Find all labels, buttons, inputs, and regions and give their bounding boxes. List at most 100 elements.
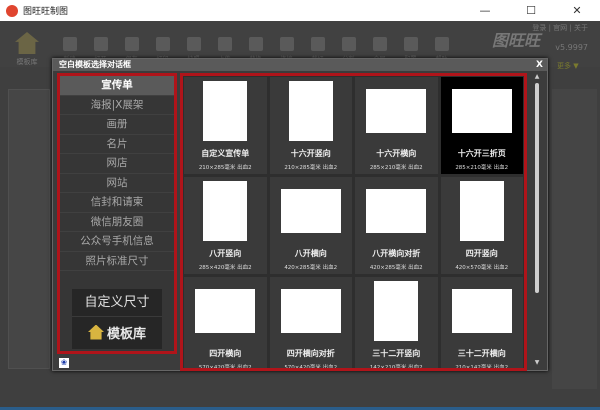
template-size: 570×420毫米 出血2 xyxy=(198,365,252,371)
template-card[interactable]: 十六开三折页 285×210毫米 出血2 xyxy=(440,77,523,174)
title-bar: 图旺旺制图 — ☐ ✕ xyxy=(0,0,600,21)
paw-icon[interactable]: ❀ xyxy=(59,358,69,368)
template-size: 142×210毫米 出血2 xyxy=(369,365,423,371)
home-icon xyxy=(15,32,39,54)
category-item[interactable]: 照片标准尺寸 xyxy=(60,252,174,271)
template-thumbnail xyxy=(366,89,427,133)
top-links[interactable]: 登录 | 官网 | 关于 xyxy=(532,23,588,33)
template-name: 三十二开横向 xyxy=(457,349,506,358)
properties-panel xyxy=(552,89,597,389)
template-grid: 自定义宣传单 210×285毫米 出血2 十六开竖向 210×285毫米 出血2 十六开… xyxy=(180,73,527,371)
template-library-button[interactable]: 模板库 xyxy=(72,317,162,347)
template-library-tool[interactable]: 模板库 xyxy=(8,32,46,67)
tool-icon xyxy=(217,37,232,51)
window-title: 图旺旺制图 xyxy=(23,7,69,17)
maximize-button[interactable]: ☐ xyxy=(508,0,554,21)
template-card[interactable]: 八开横向对折 420×285毫米 出血2 xyxy=(355,177,438,274)
dialog-close-button[interactable]: X xyxy=(536,59,543,71)
house-icon xyxy=(87,324,104,340)
template-card[interactable]: 十六开竖向 210×285毫米 出血2 xyxy=(269,77,352,174)
tool-icon xyxy=(155,37,170,51)
template-thumbnail xyxy=(203,81,248,141)
tool-icon xyxy=(279,37,294,51)
blank-template-dialog: 空白模板选择对话框 X 宣传单 海报|X展架 画册 名片 网店 网站 信封和请柬 微信朋友圈公… xyxy=(52,58,548,371)
template-name: 四开横向 xyxy=(209,349,242,358)
template-size: 285×210毫米 出血2 xyxy=(369,165,423,171)
template-card[interactable]: 八开竖向 285×420毫米 出血2 xyxy=(184,177,267,274)
template-card[interactable]: 三十二开横向 210×142毫米 出血2 xyxy=(440,277,523,371)
template-name: 十六开竖向 xyxy=(290,149,331,158)
template-size: 420×285毫米 出血2 xyxy=(369,265,423,271)
app-icon xyxy=(6,4,18,17)
tool-icon xyxy=(341,37,356,51)
template-size: 285×210毫米 出血2 xyxy=(455,165,509,171)
template-library-label: 模板库 xyxy=(106,326,146,342)
template-name: 三十二开竖向 xyxy=(372,349,421,358)
template-name: 八开竖向 xyxy=(209,249,242,258)
template-size: 420×285毫米 出血2 xyxy=(284,265,338,271)
template-card[interactable]: 八开横向 420×285毫米 出血2 xyxy=(269,177,352,274)
template-thumbnail xyxy=(203,181,248,241)
template-size: 210×142毫米 出血2 xyxy=(455,365,509,371)
brand-logo: 图旺旺 xyxy=(491,31,540,50)
template-size: 210×285毫米 出血2 xyxy=(284,165,338,171)
category-item[interactable]: 信封和请柬 xyxy=(60,193,174,213)
template-card[interactable]: 自定义宣传单 210×285毫米 出血2 xyxy=(184,77,267,174)
category-item[interactable]: 海报|X展架 xyxy=(60,96,174,115)
template-name: 八开横向 xyxy=(294,249,327,258)
template-thumbnail xyxy=(374,281,419,341)
template-size: 570×420毫米 出血2 xyxy=(284,365,338,371)
custom-size-button[interactable]: 自定义尺寸 xyxy=(72,289,162,317)
tool-label: 模板库 xyxy=(16,58,38,66)
category-item[interactable]: 名片 xyxy=(60,135,174,154)
tool-icon xyxy=(62,37,77,51)
dialog-title: 空白模板选择对话框 xyxy=(59,60,131,69)
template-name: 十六开三折页 xyxy=(457,149,506,158)
template-thumbnail xyxy=(451,289,512,333)
template-name: 八开横向对折 xyxy=(372,249,421,258)
template-size: 420×570毫米 出血2 xyxy=(455,265,509,271)
template-card[interactable]: 四开横向 570×420毫米 出血2 xyxy=(184,277,267,371)
scrollbar[interactable]: ▲ ▼ xyxy=(531,73,543,369)
template-thumbnail xyxy=(288,81,333,141)
category-item[interactable]: 画册 xyxy=(60,115,174,135)
scroll-up-icon[interactable]: ▲ xyxy=(531,73,543,83)
category-item[interactable]: 宣传单 xyxy=(60,76,174,96)
more-button[interactable]: 更多 ▼ xyxy=(557,61,579,71)
template-name: 四开竖向 xyxy=(465,249,498,258)
tool-icon xyxy=(310,37,325,51)
template-name: 四开横向对折 xyxy=(286,349,335,358)
template-card[interactable]: 三十二开竖向 142×210毫米 出血2 xyxy=(355,277,438,371)
category-item[interactable]: 微信朋友圈 xyxy=(60,213,174,232)
tool-icon xyxy=(248,37,263,51)
template-thumbnail xyxy=(280,289,341,333)
template-card[interactable]: 十六开横向 285×210毫米 出血2 xyxy=(355,77,438,174)
minimize-button[interactable]: — xyxy=(462,0,508,21)
category-item[interactable]: 网店 xyxy=(60,154,174,174)
tool-icon xyxy=(403,37,418,51)
template-thumbnail xyxy=(195,289,256,333)
tool-icon xyxy=(124,37,139,51)
template-size: 210×285毫米 出血2 xyxy=(198,165,252,171)
tool-icon xyxy=(372,37,387,51)
close-window-button[interactable]: ✕ xyxy=(554,0,600,21)
template-card[interactable]: 四开横向对折 570×420毫米 出血2 xyxy=(269,277,352,371)
template-size: 285×420毫米 出血2 xyxy=(198,265,252,271)
category-panel: 宣传单 海报|X展架 画册 名片 网店 网站 信封和请柬 微信朋友圈 公众号手机信息 照片标准尺寸… xyxy=(57,73,177,354)
scroll-down-icon[interactable]: ▼ xyxy=(531,359,543,369)
layers-panel xyxy=(8,89,50,369)
tool-icon xyxy=(434,37,449,51)
custom-box: 自定义尺寸 模板库 xyxy=(72,289,162,349)
template-thumbnail xyxy=(366,189,427,233)
template-card[interactable]: 四开竖向 420×570毫米 出血2 xyxy=(440,177,523,274)
tool-icon xyxy=(186,37,201,51)
category-item[interactable]: 网站 xyxy=(60,174,174,193)
tool-icon xyxy=(93,37,108,51)
template-thumbnail xyxy=(280,189,341,233)
template-thumbnail xyxy=(451,89,512,133)
category-item[interactable]: 公众号手机信息 xyxy=(60,232,174,252)
template-name: 十六开横向 xyxy=(376,149,417,158)
scroll-thumb[interactable] xyxy=(535,83,539,293)
template-thumbnail xyxy=(459,181,504,241)
dialog-title-bar: 空白模板选择对话框 X xyxy=(53,59,547,71)
